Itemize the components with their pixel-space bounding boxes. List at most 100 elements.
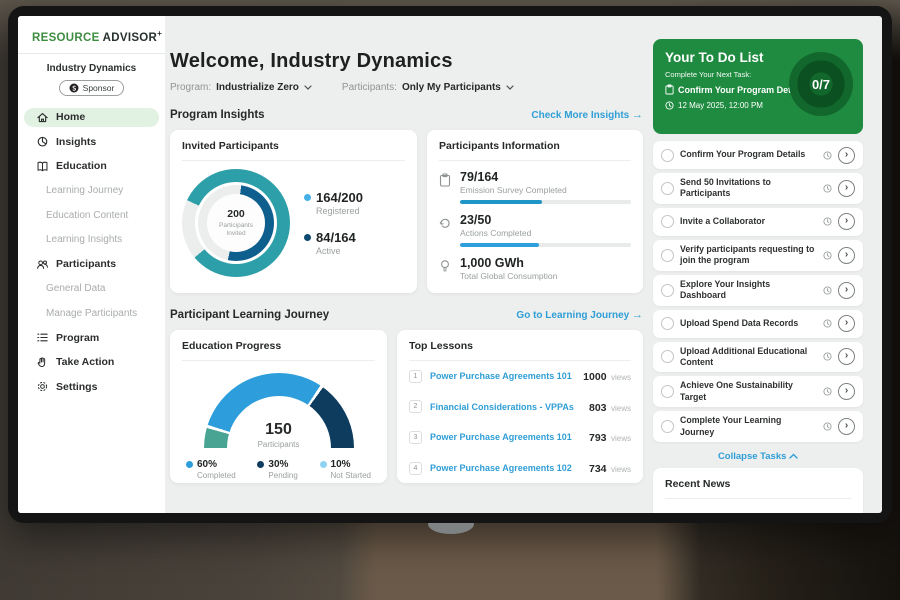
task-checkbox[interactable] (661, 317, 674, 330)
donut-center-value: 200 (227, 208, 245, 220)
sidebar-item-program[interactable]: Program (24, 328, 159, 347)
lesson-link[interactable]: Financial Considerations - VPPAs (430, 402, 581, 412)
task-go-button[interactable]: › (838, 383, 855, 400)
recent-news-card: Recent News (653, 468, 863, 513)
sidebar-item-take-action[interactable]: Take Action (24, 353, 159, 372)
go-to-learning-journey-link[interactable]: Go to Learning Journey → (516, 309, 643, 321)
info-progress-fill (460, 200, 542, 204)
stat-emission-survey: 79/164 Emission Survey Completed (439, 170, 631, 204)
sidebar-item-participants[interactable]: Participants (24, 255, 159, 274)
program-dropdown[interactable]: Program: Industrialize Zero (170, 82, 312, 93)
emission-progress-bar (460, 200, 631, 204)
sponsor-label: Sponsor (83, 83, 115, 93)
clock-icon (823, 422, 832, 431)
lesson-link[interactable]: Power Purchase Agreements 101 (430, 432, 581, 442)
gauge-center-value: 150 (204, 422, 354, 438)
task-item[interactable]: Invite a Collaborator › (653, 208, 863, 236)
task-item[interactable]: Verify participants requesting to join t… (653, 240, 863, 271)
take-action-icon (36, 356, 49, 369)
info-progress-fill (460, 243, 539, 247)
task-item[interactable]: Upload Additional Educational Content › (653, 342, 863, 373)
sponsor-badge[interactable]: Sponsor (59, 80, 125, 96)
card-title: Top Lessons (409, 330, 631, 361)
lesson-row: 3 Power Purchase Agreements 101 793 view… (409, 422, 631, 453)
task-go-button[interactable]: › (838, 418, 855, 435)
clock-icon (665, 101, 674, 110)
task-checkbox[interactable] (661, 385, 674, 398)
org-name: Industry Dynamics (24, 63, 159, 74)
task-checkbox[interactable] (661, 249, 674, 262)
invited-participants-card: Invited Participants 200 Participants In… (170, 130, 417, 293)
legend-pending: 30% Pending (257, 459, 297, 480)
task-go-button[interactable]: › (838, 247, 855, 264)
sidebar-item-settings[interactable]: Settings (24, 377, 159, 396)
task-go-button[interactable]: › (838, 315, 855, 332)
app-logo: RESOURCE ADVISOR+ (24, 29, 159, 44)
task-checkbox[interactable] (661, 420, 674, 433)
stat-actions: 23/50 Actions Completed (439, 213, 631, 247)
participants-dropdown[interactable]: Participants: Only My Participants (342, 82, 514, 93)
todo-progress-ring: 0/7 (789, 52, 853, 116)
collapse-tasks-link[interactable]: Collapse Tasks (653, 451, 863, 462)
task-list: Confirm Your Program Details › Send 50 I… (653, 141, 863, 442)
legend-completed: 60% Completed (186, 459, 236, 480)
sidebar: RESOURCE ADVISOR+ Industry Dynamics Spon… (18, 16, 165, 513)
task-go-button[interactable]: › (838, 282, 855, 299)
clock-icon (823, 217, 832, 226)
sidebar-item-home[interactable]: Home (24, 108, 159, 127)
home-icon (36, 111, 49, 124)
task-go-button[interactable]: › (838, 147, 855, 164)
recent-news-title: Recent News (665, 478, 851, 499)
education-gauge-chart: 150 Participants (204, 373, 354, 449)
check-more-insights-link[interactable]: Check More Insights → (531, 109, 643, 121)
chevron-down-icon (304, 85, 312, 90)
program-insights-title: Program Insights (170, 109, 265, 121)
sidebar-item-manage-participants[interactable]: Manage Participants (24, 304, 159, 323)
task-item[interactable]: Upload Spend Data Records › (653, 310, 863, 338)
task-checkbox[interactable] (661, 350, 674, 363)
task-go-button[interactable]: › (838, 348, 855, 365)
education-progress-card: Education Progress 150 Participants 60% … (170, 330, 387, 483)
sidebar-item-education[interactable]: Education (24, 157, 159, 176)
sidebar-item-insights[interactable]: Insights (24, 132, 159, 151)
sidebar-item-learning-insights[interactable]: Learning Insights (24, 230, 159, 249)
gauge-legend: 60% Completed 30% Pending 10% Not Starte… (182, 459, 375, 480)
sidebar-item-education-content[interactable]: Education Content (24, 206, 159, 225)
task-item[interactable]: Confirm Your Program Details › (653, 141, 863, 169)
task-go-button[interactable]: › (838, 213, 855, 230)
main-content: Welcome, Industry Dynamics Program: Indu… (165, 16, 653, 513)
arrow-right-icon: → (632, 309, 643, 321)
insights-icon (36, 135, 49, 148)
clock-icon (823, 286, 832, 295)
consumption-icon (439, 259, 451, 273)
donut-center-label: Participants Invited (214, 222, 258, 239)
rank-badge: 1 (409, 370, 422, 383)
sidebar-item-general-data[interactable]: General Data (24, 279, 159, 298)
rank-badge: 4 (409, 462, 422, 475)
lesson-row: 1 Power Purchase Agreements 101 1000 vie… (409, 361, 631, 392)
task-item[interactable]: Complete Your Learning Journey › (653, 411, 863, 442)
task-item[interactable]: Achieve One Sustainability Target › (653, 376, 863, 407)
task-checkbox[interactable] (661, 284, 674, 297)
lesson-link[interactable]: Power Purchase Agreements 101 (430, 371, 575, 381)
lesson-row: 4 Power Purchase Agreements 102 734 view… (409, 453, 631, 483)
sidebar-nav: Home Insights Education Learning Journey… (24, 108, 159, 402)
clock-icon (823, 352, 832, 361)
task-go-button[interactable]: › (838, 180, 855, 197)
arrow-right-icon: → (632, 109, 643, 121)
legend-registered: 164/200 Registered (304, 190, 363, 216)
lesson-link[interactable]: Power Purchase Agreements 102 (430, 463, 581, 473)
task-item[interactable]: Explore Your Insights Dashboard › (653, 275, 863, 306)
task-checkbox[interactable] (661, 182, 674, 195)
rank-badge: 2 (409, 400, 422, 413)
actions-progress-bar (460, 243, 631, 247)
filters-row: Program: Industrialize Zero Participants… (170, 82, 643, 93)
task-checkbox[interactable] (661, 215, 674, 228)
dashboard-screen: RESOURCE ADVISOR+ Industry Dynamics Spon… (18, 16, 882, 513)
task-item[interactable]: Send 50 Invitations to Participants › (653, 173, 863, 204)
sidebar-item-learning-journey[interactable]: Learning Journey (24, 181, 159, 200)
task-checkbox[interactable] (661, 149, 674, 162)
todo-header-card: Your To Do List Complete Your Next Task:… (653, 39, 863, 134)
card-title: Education Progress (182, 330, 375, 361)
survey-icon (439, 173, 451, 187)
